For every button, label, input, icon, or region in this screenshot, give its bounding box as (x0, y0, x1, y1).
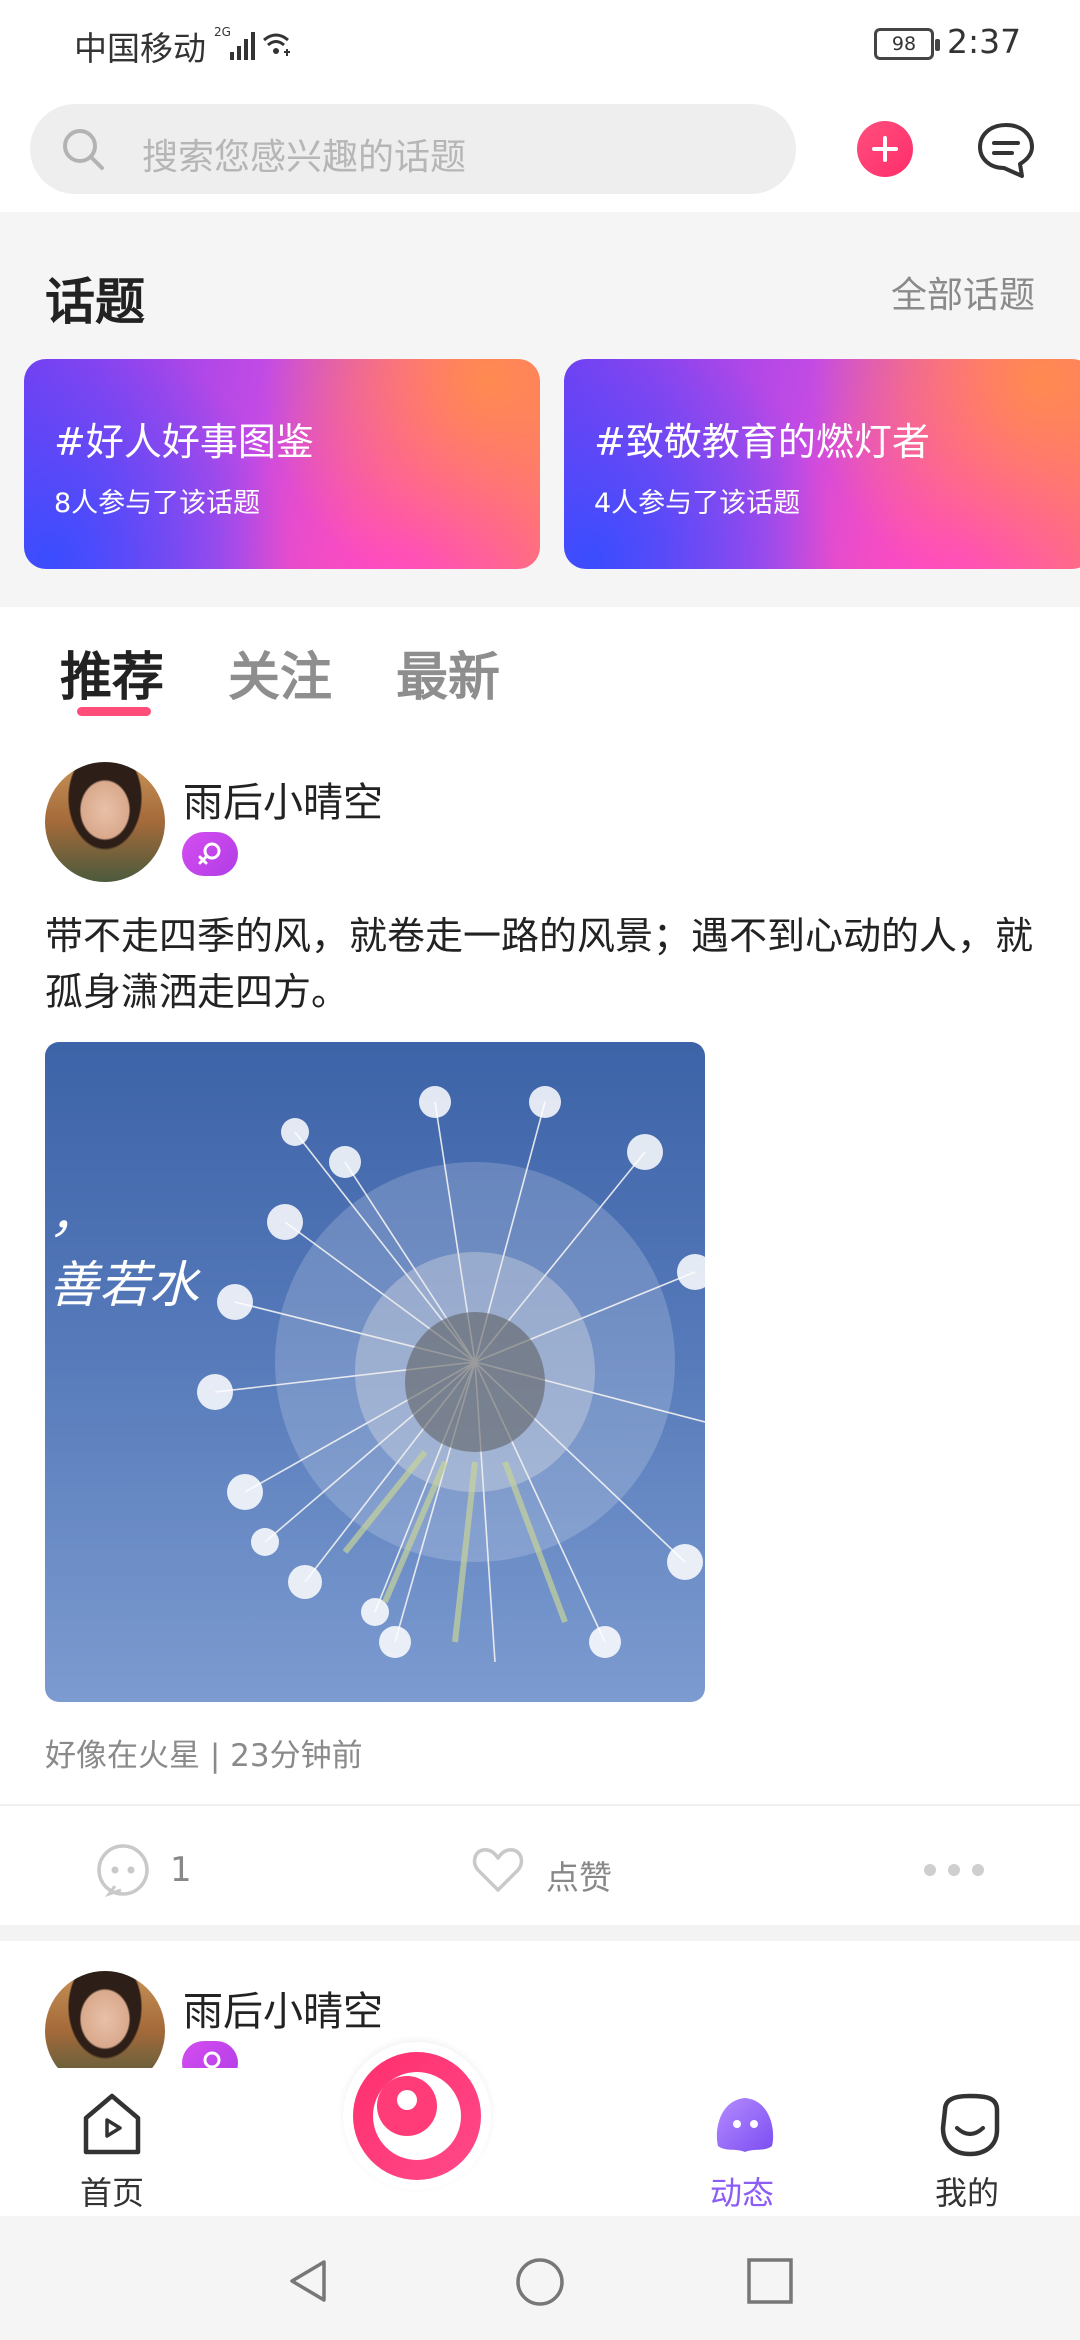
dandelion-illustration (197, 1086, 705, 1663)
carrier-label: 中国移动 (74, 29, 206, 68)
more-options-icon[interactable] (918, 1861, 988, 1881)
like-button[interactable]: 点赞 (470, 1842, 612, 1898)
nav-mine[interactable]: 我的 (902, 2082, 1032, 2212)
image-caption-text: ， 善若水 (49, 1186, 199, 1314)
profile-icon (940, 2093, 1000, 2157)
like-label: 点赞 (546, 1858, 612, 1897)
nav-moments-label: 动态 (709, 2174, 774, 2212)
avatar[interactable] (45, 762, 165, 882)
nav-mine-label: 我的 (934, 2174, 999, 2212)
camera-button[interactable] (343, 2042, 491, 2190)
nav-moments[interactable]: 动态 (677, 2082, 807, 2212)
post-text: 带不走四季的风，就卷走一路的风景；遇不到心动的人，就孤身潇洒走四方。 (45, 914, 1034, 1014)
comment-count: 1 (170, 1850, 192, 1890)
female-icon (198, 842, 221, 865)
message-icon[interactable] (976, 120, 1036, 180)
tab-follow[interactable]: 关注 (228, 635, 332, 710)
network-type-label: 2G (214, 25, 231, 39)
female-badge (182, 832, 238, 876)
topic-participants: 4人参与了该话题 (594, 488, 801, 519)
status-bar: 中国移动 2G 98 2:37 (0, 0, 1080, 95)
topic-card[interactable]: #好人好事图鉴 8人参与了该话题 (24, 359, 540, 569)
username[interactable]: 雨后小晴空 (183, 770, 383, 828)
search-input[interactable]: 搜索您感兴趣的话题 (30, 104, 796, 194)
topics-section: 话题 全部话题 #好人好事图鉴 8人参与了该话题 #致敬教育的燃灯者 4人参与了… (0, 212, 1080, 607)
feed-tabs: 推荐 关注 最新 (0, 607, 1080, 737)
battery-icon: 98 (874, 28, 940, 60)
tab-indicator (77, 707, 151, 716)
divider (0, 1804, 1080, 1806)
comment-icon (97, 1844, 149, 1897)
recents-icon[interactable] (745, 2256, 795, 2306)
post-image[interactable]: ， 善若水 (45, 1042, 705, 1702)
tab-recommend[interactable]: 推荐 (60, 635, 164, 710)
topics-title: 话题 (45, 273, 145, 331)
section-gap (0, 1925, 1080, 1941)
nav-home-label: 首页 (79, 2174, 144, 2212)
heart-icon (472, 1848, 524, 1892)
all-topics-link[interactable]: 全部话题 (891, 266, 1035, 318)
username[interactable]: 雨后小晴空 (183, 1979, 383, 2037)
post-meta: 好像在火星 | 23分钟前 (45, 1738, 363, 1774)
system-nav-bar (0, 2216, 1080, 2340)
home-icon (83, 2093, 141, 2155)
add-button[interactable] (857, 121, 913, 177)
signal-icon: 2G (214, 24, 294, 68)
search-icon (60, 126, 106, 176)
topic-name: #致敬教育的燃灯者 (594, 420, 930, 464)
home-circle-icon[interactable] (514, 2256, 566, 2308)
topic-card[interactable]: #致敬教育的燃灯者 4人参与了该话题 (564, 359, 1080, 569)
app-screen: 中国移动 2G 98 2:37 搜索您感兴趣的话题 话题 全部话题 #好人好事图… (0, 0, 1080, 2340)
bottom-nav: 首页 动态 我的 (0, 2042, 1080, 2216)
moments-icon (716, 2098, 774, 2152)
clock: 2:37 (947, 22, 1022, 61)
back-icon[interactable] (284, 2256, 334, 2306)
topic-participants: 8人参与了该话题 (54, 488, 261, 519)
tab-latest[interactable]: 最新 (396, 635, 500, 710)
nav-home[interactable]: 首页 (47, 2082, 177, 2212)
search-placeholder: 搜索您感兴趣的话题 (142, 137, 467, 178)
topic-name: #好人好事图鉴 (54, 420, 314, 464)
comment-button[interactable]: 1 (95, 1842, 192, 1898)
